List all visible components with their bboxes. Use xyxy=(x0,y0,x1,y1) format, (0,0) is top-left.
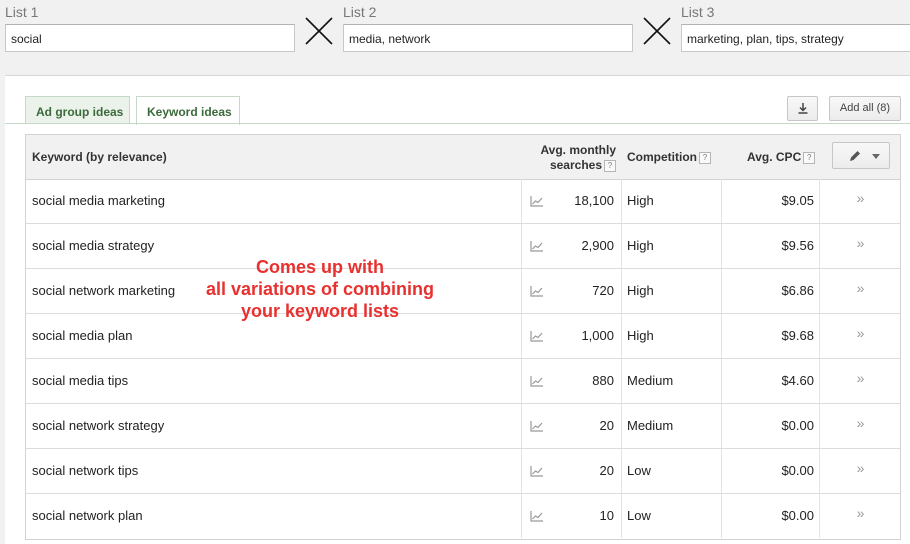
cpc-cell: $0.00 xyxy=(721,494,819,538)
header-searches-line1: Avg. monthly xyxy=(540,143,616,157)
download-button[interactable] xyxy=(787,96,818,121)
help-icon[interactable]: ? xyxy=(803,151,816,164)
keyword-cell: social network strategy xyxy=(32,418,165,433)
searches-cell: 1,000 xyxy=(581,328,614,343)
cpc-cell: $0.00 xyxy=(721,449,819,493)
keyword-cell: social media marketing xyxy=(32,193,165,208)
add-all-button[interactable]: Add all (8) xyxy=(829,96,901,121)
list-3-input[interactable]: marketing, plan, tips, strategy xyxy=(681,24,910,52)
searches-cell: 20 xyxy=(599,418,614,433)
trend-chart-icon[interactable] xyxy=(530,285,544,297)
competition-cell: Medium xyxy=(621,404,721,448)
header-cpc-label: Avg. CPC xyxy=(747,150,802,164)
add-chevron-icon[interactable]: » xyxy=(819,269,901,313)
searches-cell: 10 xyxy=(599,508,614,523)
searches-cell: 720 xyxy=(592,283,614,298)
header-avg-monthly-searches[interactable]: Avg. monthly searches? xyxy=(534,143,616,173)
multiply-x-icon xyxy=(304,16,334,46)
add-chevron-icon[interactable]: » xyxy=(819,314,901,358)
table-row: social network strategy 20 Medium $0.00 … xyxy=(26,404,900,449)
list-1-input[interactable]: social xyxy=(5,24,295,52)
keyword-cell: social network plan xyxy=(32,508,143,523)
annotation-line-2: all variations of combining xyxy=(205,279,435,299)
keyword-lists-bar: List 1 social List 2 media, network List… xyxy=(0,0,910,76)
add-chevron-icon[interactable]: » xyxy=(819,449,901,493)
trend-chart-icon[interactable] xyxy=(530,510,544,522)
searches-cell: 18,100 xyxy=(574,193,614,208)
header-competition-label: Competition xyxy=(627,150,697,164)
trend-chart-icon[interactable] xyxy=(530,240,544,252)
column-settings-button[interactable] xyxy=(832,142,890,169)
tab-ad-group-ideas[interactable]: Ad group ideas xyxy=(25,96,130,124)
cpc-cell: $9.56 xyxy=(721,224,819,268)
add-chevron-icon[interactable]: » xyxy=(819,494,901,538)
table-header: Keyword (by relevance) Avg. monthly sear… xyxy=(26,135,900,180)
competition-cell: Low xyxy=(621,494,721,538)
annotation-line-3: your keyword lists xyxy=(240,301,400,321)
list-2-input[interactable]: media, network xyxy=(343,24,633,52)
competition-cell: High xyxy=(621,224,721,268)
annotation-line-1: Comes up with xyxy=(255,257,384,277)
cpc-cell: $9.68 xyxy=(721,314,819,358)
tab-keyword-ideas[interactable]: Keyword ideas xyxy=(136,96,240,125)
add-chevron-icon[interactable]: » xyxy=(819,359,901,403)
searches-cell: 880 xyxy=(592,373,614,388)
cpc-cell: $6.86 xyxy=(721,269,819,313)
table-row: social network plan 10 Low $0.00 » xyxy=(26,494,900,539)
add-chevron-icon[interactable]: » xyxy=(819,179,901,223)
keyword-cell: social media tips xyxy=(32,373,129,388)
add-chevron-icon[interactable]: » xyxy=(819,224,901,268)
list-2-label: List 2 xyxy=(343,4,377,20)
list-1-label: List 1 xyxy=(5,4,39,20)
trend-chart-icon[interactable] xyxy=(530,420,544,432)
trend-chart-icon[interactable] xyxy=(530,465,544,477)
keyword-ideas-table: Keyword (by relevance) Avg. monthly sear… xyxy=(25,134,901,540)
add-chevron-icon[interactable]: » xyxy=(819,404,901,448)
annotation-callout: Comes up with all variations of combinin… xyxy=(180,256,460,322)
header-competition[interactable]: Competition? xyxy=(627,150,711,164)
trend-chart-icon[interactable] xyxy=(530,195,544,207)
left-divider-strip xyxy=(0,75,5,544)
table-row: social network tips 20 Low $0.00 » xyxy=(26,449,900,494)
cpc-cell: $0.00 xyxy=(721,404,819,448)
table-row: social media plan 1,000 High $9.68 » xyxy=(26,314,900,359)
table-row: social media tips 880 Medium $4.60 » xyxy=(26,359,900,404)
competition-cell: Low xyxy=(621,449,721,493)
pencil-icon xyxy=(850,151,860,161)
competition-cell: Medium xyxy=(621,359,721,403)
keyword-cell: social network tips xyxy=(32,463,139,478)
dropdown-arrow-icon xyxy=(872,154,880,159)
trend-chart-icon[interactable] xyxy=(530,330,544,342)
competition-cell: High xyxy=(621,269,721,313)
table-row: social media marketing 18,100 High $9.05… xyxy=(26,179,900,224)
download-icon xyxy=(798,103,807,114)
table-body: social media marketing 18,100 High $9.05… xyxy=(26,179,900,539)
header-searches-line2: searches xyxy=(549,158,602,172)
list-3-label: List 3 xyxy=(681,4,715,20)
searches-cell: 20 xyxy=(599,463,614,478)
multiply-x-icon xyxy=(642,16,672,46)
keyword-cell: social media strategy xyxy=(32,238,155,253)
help-icon[interactable]: ? xyxy=(699,151,711,164)
tabs-divider xyxy=(5,123,910,124)
searches-cell: 2,900 xyxy=(581,238,614,253)
help-icon[interactable]: ? xyxy=(604,159,616,172)
header-avg-cpc[interactable]: Avg. CPC? xyxy=(747,150,816,164)
trend-chart-icon[interactable] xyxy=(530,375,544,387)
table-row: social network marketing 720 High $6.86 … xyxy=(26,269,900,314)
competition-cell: High xyxy=(621,179,721,223)
competition-cell: High xyxy=(621,314,721,358)
keyword-cell: social media plan xyxy=(32,328,133,343)
keyword-cell: social network marketing xyxy=(32,283,176,298)
header-keyword[interactable]: Keyword (by relevance) xyxy=(32,150,167,164)
table-row: social media strategy 2,900 High $9.56 » xyxy=(26,224,900,269)
cpc-cell: $4.60 xyxy=(721,359,819,403)
cpc-cell: $9.05 xyxy=(721,179,819,223)
